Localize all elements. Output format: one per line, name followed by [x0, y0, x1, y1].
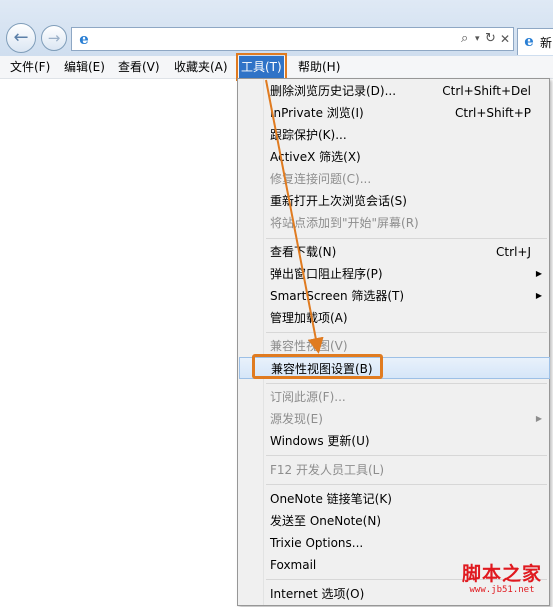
menu-item-label: Trixie Options...	[270, 536, 364, 550]
menu-separator	[266, 484, 547, 485]
site-watermark: 脚本之家 www.jb51.net	[462, 565, 542, 595]
forward-button[interactable]: →	[41, 25, 67, 51]
menu-separator	[266, 455, 547, 456]
menu-item-delete-history[interactable]: 删除浏览历史记录(D)... Ctrl+Shift+Del	[238, 80, 549, 102]
menu-item-label: InPrivate 浏览(I)	[270, 106, 364, 120]
submenu-arrow-icon: ▶	[535, 414, 542, 423]
menu-item-label: 管理加载项(A)	[270, 311, 348, 325]
forward-arrow-icon: →	[47, 28, 61, 47]
dropdown-chevron-icon[interactable]: ▾	[475, 31, 480, 47]
menu-separator	[266, 332, 547, 333]
menu-item-smartscreen[interactable]: SmartScreen 筛选器(T) ▶	[238, 285, 549, 307]
menu-item-label: 发送至 OneNote(N)	[270, 514, 381, 528]
menu-tools[interactable]: 工具(T)	[236, 53, 287, 81]
submenu-arrow-icon: ▶	[535, 269, 542, 278]
menu-favorites[interactable]: 收藏夹(A)	[172, 56, 230, 78]
menu-item-label: Internet 选项(O)	[270, 587, 365, 601]
menu-item-feed-discovery: 源发现(E) ▶	[238, 408, 549, 430]
menu-item-label: F12 开发人员工具(L)	[270, 463, 385, 477]
menu-item-f12-devtools: F12 开发人员工具(L)	[238, 459, 549, 481]
watermark-url: www.jb51.net	[469, 585, 535, 595]
menu-item-onenote-linked[interactable]: OneNote 链接笔记(K)	[238, 488, 549, 510]
menu-item-label: ActiveX 筛选(X)	[270, 150, 361, 164]
menu-item-inprivate[interactable]: InPrivate 浏览(I) Ctrl+Shift+P	[238, 102, 549, 124]
menu-item-label: OneNote 链接笔记(K)	[270, 492, 392, 506]
menu-item-manage-addons[interactable]: 管理加载项(A)	[238, 307, 549, 329]
menu-item-shortcut: Ctrl+Shift+Del	[442, 84, 531, 98]
watermark-title: 脚本之家	[462, 563, 543, 585]
menu-item-label: 订阅此源(F)...	[270, 390, 346, 404]
menu-item-label: 查看下载(N)	[270, 245, 337, 259]
menu-bar: 文件(F) 编辑(E) 查看(V) 收藏夹(A) 工具(T) 帮助(H)	[0, 53, 553, 81]
back-arrow-icon: ←	[13, 27, 29, 48]
menu-item-subscribe-feed: 订阅此源(F)...	[238, 386, 549, 408]
refresh-icon[interactable]: ↻	[485, 31, 496, 47]
menu-item-label: 修复连接问题(C)...	[270, 172, 372, 186]
browser-toolbar: ← → e ⌕ ▾ ↻ ✕ e 新	[0, 0, 553, 56]
menu-separator	[266, 383, 547, 384]
menu-help[interactable]: 帮助(H)	[296, 56, 342, 78]
ie-logo-icon: e	[79, 30, 89, 48]
menu-item-shortcut: Ctrl+J	[496, 245, 531, 259]
back-button[interactable]: ←	[6, 23, 36, 53]
menu-edit[interactable]: 编辑(E)	[62, 56, 107, 78]
menu-item-label: 重新打开上次浏览会话(S)	[270, 194, 407, 208]
menu-item-windows-update[interactable]: Windows 更新(U)	[238, 430, 549, 452]
menu-item-shortcut: Ctrl+Shift+P	[455, 106, 531, 120]
menu-file[interactable]: 文件(F)	[8, 56, 52, 78]
menu-item-label: 删除浏览历史记录(D)...	[270, 84, 397, 98]
menu-item-reopen-session[interactable]: 重新打开上次浏览会话(S)	[238, 190, 549, 212]
menu-item-label: SmartScreen 筛选器(T)	[270, 289, 405, 303]
menu-item-label: 源发现(E)	[270, 412, 323, 426]
browser-tab[interactable]: e 新	[517, 28, 553, 55]
stop-icon[interactable]: ✕	[500, 31, 510, 47]
menu-item-label: 跟踪保护(K)...	[270, 128, 347, 142]
menu-item-label: Windows 更新(U)	[270, 434, 370, 448]
menu-item-label: Foxmail	[270, 558, 317, 572]
tab-label: 新	[540, 36, 553, 50]
tools-dropdown-menu: 删除浏览历史记录(D)... Ctrl+Shift+Del InPrivate …	[237, 78, 550, 606]
menu-view[interactable]: 查看(V)	[116, 56, 162, 78]
highlight-callout-box	[252, 354, 383, 379]
menu-item-fix-connection: 修复连接问题(C)...	[238, 168, 549, 190]
address-bar[interactable]: e ⌕ ▾ ↻ ✕	[71, 27, 514, 51]
menu-item-label: 弹出窗口阻止程序(P)	[270, 267, 383, 281]
menu-item-send-onenote[interactable]: 发送至 OneNote(N)	[238, 510, 549, 532]
menu-separator	[266, 238, 547, 239]
menu-item-add-to-start: 将站点添加到"开始"屏幕(R)	[238, 212, 549, 234]
menu-item-popup-blocker[interactable]: 弹出窗口阻止程序(P) ▶	[238, 263, 549, 285]
menu-item-activex-filter[interactable]: ActiveX 筛选(X)	[238, 146, 549, 168]
search-icon[interactable]: ⌕	[461, 31, 468, 47]
menu-item-trixie-options[interactable]: Trixie Options...	[238, 532, 549, 554]
menu-item-label: 将站点添加到"开始"屏幕(R)	[270, 216, 419, 230]
submenu-arrow-icon: ▶	[535, 291, 542, 300]
menu-item-view-downloads[interactable]: 查看下载(N) Ctrl+J	[238, 241, 549, 263]
tab-ie-icon: e	[524, 32, 534, 50]
menu-item-tracking-protection[interactable]: 跟踪保护(K)...	[238, 124, 549, 146]
